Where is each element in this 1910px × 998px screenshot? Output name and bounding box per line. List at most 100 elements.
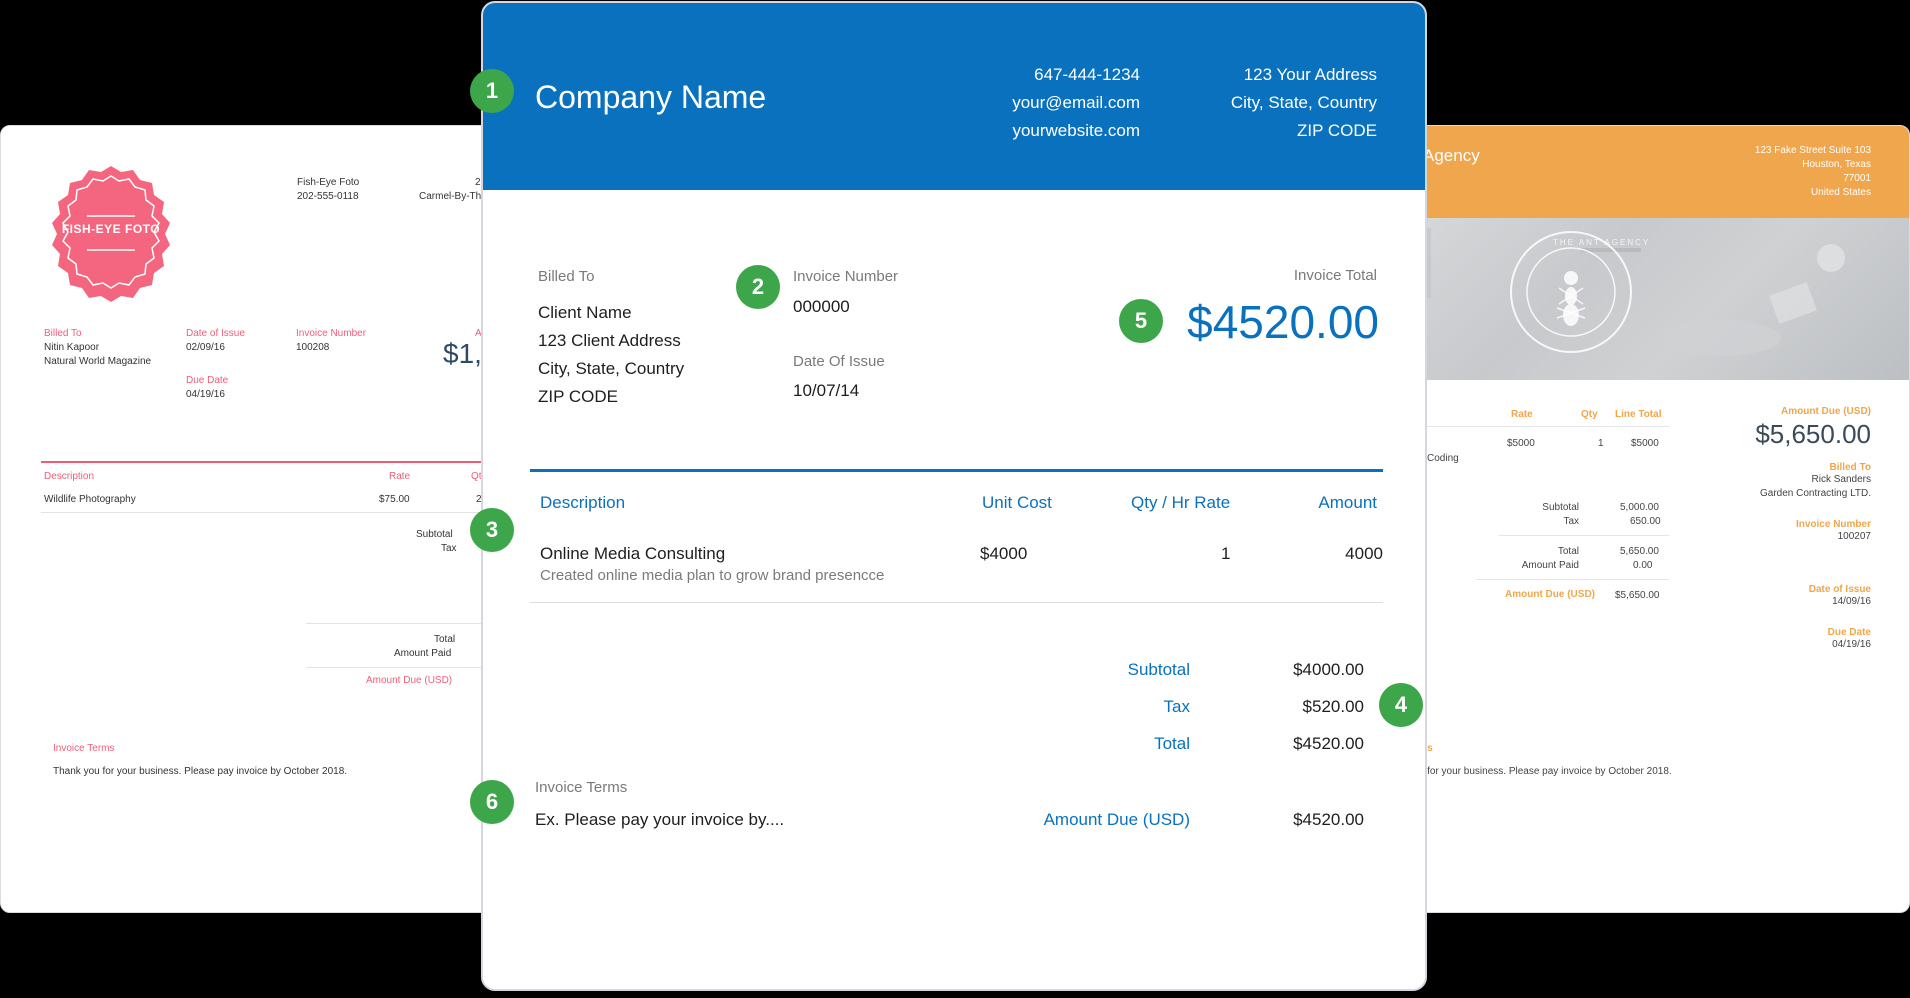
right-address-line-2: Houston, Texas <box>1802 159 1871 170</box>
left-invoice-number-label: Invoice Number <box>296 328 367 339</box>
main-company-name: Company Name <box>535 79 767 115</box>
right-amount-paid-label: Amount Paid <box>1521 560 1579 571</box>
left-date-of-issue-label: Date of Issue <box>186 328 245 339</box>
right-due-date: 04/19/16 <box>1832 639 1871 650</box>
main-billed-to-label: Billed To <box>538 268 595 285</box>
main-client-zip: ZIP CODE <box>538 387 618 406</box>
main-date-of-issue: 10/07/14 <box>793 381 860 400</box>
right-col-qty: Qty <box>1581 409 1598 420</box>
right-total-label: Total <box>1557 546 1579 557</box>
left-terms-text: Thank you for your business. Please pay … <box>53 766 348 777</box>
right-invoice-number: 100207 <box>1837 531 1871 542</box>
left-tax-label: Tax <box>441 543 457 554</box>
badge-text: FISH-EYE FOTO <box>61 222 161 236</box>
invoice-template-fish-eye-foto[interactable]: FISH-EYE FOTO Fish-Eye Foto 202-555-0118… <box>0 125 520 913</box>
left-address-fragment-1: 2 <box>475 177 481 188</box>
right-total-value: 5,650.00 <box>1620 546 1659 557</box>
right-header-rule <box>1401 426 1669 427</box>
left-total-label: Total <box>434 634 456 645</box>
right-amount-paid-value: 0.00 <box>1633 560 1653 571</box>
left-due-date-label: Due Date <box>186 375 229 386</box>
marker-2: 2 <box>736 265 780 309</box>
right-amount-due-label: Amount Due (USD) <box>1505 589 1595 600</box>
right-item-line-total: $5000 <box>1631 438 1659 449</box>
main-address-line-3: ZIP CODE <box>1297 121 1377 140</box>
main-col-unit-cost: Unit Cost <box>982 493 1052 512</box>
right-header-photo: THE ANT AGENCY <box>1401 218 1909 380</box>
main-invoice-number: 000000 <box>793 297 850 316</box>
main-address-block: 123 Your Address City, State, Country ZI… <box>1231 61 1377 145</box>
main-invoice-total-label: Invoice Total <box>1293 267 1377 284</box>
right-subtotal-rule <box>1499 535 1669 536</box>
marker-4: 4 <box>1379 683 1423 727</box>
marker-1: 1 <box>470 69 514 113</box>
right-client-name: Rick Sanders <box>1811 474 1871 485</box>
invoice-template-ant-agency[interactable]: Agency 123 Fake Street Suite 103 Houston… <box>1400 125 1910 913</box>
left-due-date: 04/19/16 <box>186 389 225 400</box>
left-company-name: Fish-Eye Foto <box>297 177 360 188</box>
fish-eye-foto-badge-logo: FISH-EYE FOTO <box>41 162 181 302</box>
invoice-template-main[interactable]: Company Name 647-444-1234 your@email.com… <box>481 1 1427 991</box>
left-row-rule <box>41 512 519 513</box>
main-col-qty-rate: Qty / Hr Rate <box>1131 493 1231 512</box>
main-invoice-number-label: Invoice Number <box>793 268 899 285</box>
main-website: yourwebsite.com <box>1012 121 1140 140</box>
left-billed-to-label: Billed To <box>44 328 82 339</box>
main-phone: 647-444-1234 <box>1034 65 1140 84</box>
right-item-qty: 1 <box>1598 438 1604 449</box>
right-amount-due-value: $5,650.00 <box>1615 590 1660 601</box>
left-date-of-issue: 02/09/16 <box>186 342 225 353</box>
left-item-description: Wildlife Photography <box>44 494 136 505</box>
main-item-subtitle: Created online media plan to grow brand … <box>540 567 885 584</box>
right-date-of-issue-label: Date of Issue <box>1808 584 1871 595</box>
main-address-line-2: City, State, Country <box>1230 93 1377 112</box>
right-col-rate: Rate <box>1511 409 1533 420</box>
main-client-address: 123 Client Address <box>538 331 681 350</box>
right-amount-paid-rule <box>1476 579 1669 580</box>
right-address-line-1: 123 Fake Street Suite 103 <box>1754 145 1871 156</box>
left-subtotal-label: Subtotal <box>416 529 453 540</box>
left-col-description: Description <box>44 471 95 482</box>
main-terms-label: Invoice Terms <box>535 779 628 796</box>
right-subtotal-label: Subtotal <box>1542 502 1579 513</box>
main-client-block: Client Name 123 Client Address City, Sta… <box>538 299 684 411</box>
main-email: your@email.com <box>1012 93 1140 112</box>
left-invoice-number: 100208 <box>296 342 330 353</box>
main-address-line-1: 123 Your Address <box>1243 65 1377 84</box>
main-subtotal-value: $4000.00 <box>1293 660 1364 679</box>
left-col-rate: Rate <box>389 471 411 482</box>
main-terms-text: Ex. Please pay your invoice by.... <box>535 810 785 829</box>
main-invoice-total: $4520.00 <box>1187 296 1379 348</box>
left-col-qty-fragment: Qt <box>471 471 482 482</box>
right-billed-to-label: Billed To <box>1829 462 1871 473</box>
left-company-phone: 202-555-0118 <box>297 191 359 202</box>
marker-5: 5 <box>1119 299 1163 343</box>
right-terms-text-fragment: r for your business. Please pay invoice … <box>1421 766 1672 777</box>
main-col-amount: Amount <box>1318 493 1377 512</box>
left-terms-label: Invoice Terms <box>53 743 115 754</box>
main-col-description: Description <box>540 493 626 512</box>
main-contact-block: 647-444-1234 your@email.com yourwebsite.… <box>1012 61 1140 145</box>
main-item-title: Online Media Consulting <box>540 544 726 563</box>
main-item-unit-cost: $4000 <box>980 544 1028 563</box>
main-client-name: Client Name <box>538 303 632 322</box>
right-tax-value: 650.00 <box>1630 516 1661 527</box>
right-invoice-number-label: Invoice Number <box>1795 519 1871 530</box>
right-amount-due-big-label: Amount Due (USD) <box>1781 406 1871 417</box>
main-line-item-row[interactable]: Online Media Consulting Created online m… <box>530 533 1383 603</box>
right-subtotal-value: 5,000.00 <box>1620 502 1659 513</box>
right-item-description-fragment: Coding <box>1427 453 1459 464</box>
right-address-line-3: 77001 <box>1843 173 1871 184</box>
main-tax-label: Tax <box>1163 697 1190 716</box>
left-client-name: Nitin Kapoor <box>44 342 100 353</box>
left-item-rate: $75.00 <box>379 494 410 505</box>
main-subtotal-label: Subtotal <box>1127 660 1190 679</box>
right-logo-text: THE ANT AGENCY <box>1553 238 1651 247</box>
main-amount-due-label: Amount Due (USD) <box>1043 810 1190 829</box>
main-total-value: $4520.00 <box>1293 734 1364 753</box>
main-table-bottom-rule <box>530 602 1383 603</box>
left-amount-paid-label: Amount Paid <box>394 648 452 659</box>
right-address-block: 123 Fake Street Suite 103 Houston, Texas… <box>1755 144 1871 200</box>
main-date-of-issue-label: Date Of Issue <box>793 353 885 370</box>
ant-agency-logo-icon <box>1401 228 1845 356</box>
